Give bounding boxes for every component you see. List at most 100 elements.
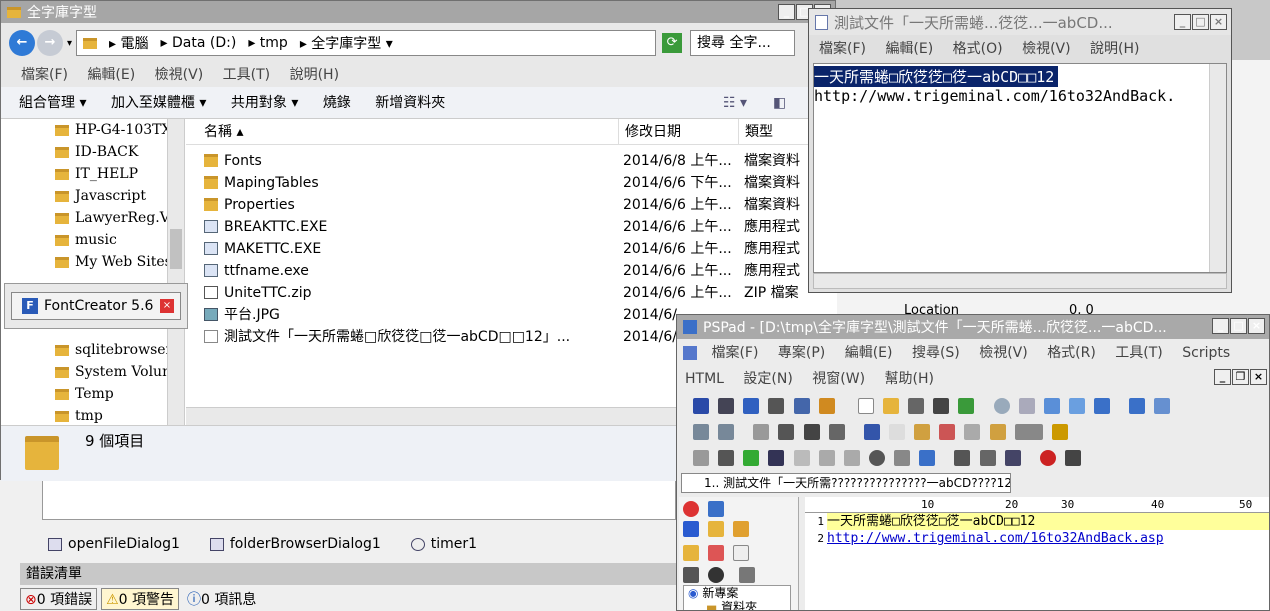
log-icon[interactable] (793, 398, 810, 414)
refresh-button[interactable]: ⟳ (662, 33, 683, 53)
menu-file[interactable]: 檔案(F) (819, 41, 866, 57)
file-row[interactable]: Properties 2014/6/6 上午... 檔案資料 (186, 194, 837, 216)
file-row[interactable]: ttfname.exe 2014/6/6 上午... 應用程式 (186, 260, 837, 282)
nav-item[interactable]: tmp (55, 405, 184, 425)
menu-scripts[interactable]: Scripts (1182, 345, 1230, 361)
back-button[interactable]: ← (9, 30, 35, 56)
tag-icon[interactable] (818, 450, 835, 466)
menu-tools[interactable]: 工具(T) (1115, 345, 1162, 361)
menu-format[interactable]: 格式(R) (1047, 345, 1096, 361)
search-input[interactable]: 搜尋 全字... (690, 30, 796, 56)
disk-icon[interactable] (708, 567, 725, 583)
square-icon[interactable] (954, 450, 971, 466)
cut-icon[interactable] (753, 424, 770, 440)
page-icon[interactable] (979, 450, 996, 466)
redo-icon[interactable] (718, 424, 735, 440)
file-row[interactable]: BREAKTTC.EXE 2014/6/6 上午... 應用程式 (186, 216, 837, 238)
close-button[interactable]: × (1250, 369, 1267, 385)
new-file-icon[interactable] (857, 398, 874, 414)
new-folder-button[interactable]: 新增資料夾 (375, 95, 445, 111)
openfiledialog-component[interactable]: openFileDialog1 (48, 536, 180, 552)
bin-icon[interactable] (683, 567, 699, 583)
notepad-titlebar[interactable]: 測試文件「一天所需蜷...徔徔...一abCD... _ □ × (809, 9, 1231, 35)
close-button[interactable]: × (1248, 318, 1265, 334)
file-row[interactable]: UniteTTC.zip 2014/6/6 上午... ZIP 檔案 (186, 282, 837, 304)
notepad-vscrollbar[interactable] (1209, 64, 1226, 272)
nav-scroll-thumb[interactable] (170, 229, 182, 269)
google-icon[interactable] (919, 450, 936, 466)
menu-edit[interactable]: 編輯(E) (87, 67, 135, 83)
menu-edit[interactable]: 編輯(E) (845, 345, 893, 361)
share-with-button[interactable]: 共用對象 ▾ (231, 95, 298, 111)
breadcrumb-item[interactable]: ▸ 全字庫字型 ▾ (300, 33, 393, 53)
fontcreator-window-button[interactable]: F FontCreator 5.6 × (4, 283, 188, 329)
notepad-hscrollbar[interactable] (813, 273, 1227, 289)
html-grid-icon[interactable] (768, 450, 785, 466)
monitor-icon[interactable] (1004, 450, 1021, 466)
remove-icon[interactable] (708, 545, 725, 561)
add-to-library-button[interactable]: 加入至媒體櫃 ▾ (111, 95, 206, 111)
menu-view[interactable]: 檢視(V) (155, 67, 204, 83)
editor-text-area[interactable]: 一天所需蜷□欣徔徔□徔一abCD□□12 http://www.trigemin… (827, 513, 1269, 610)
errors-filter-button[interactable]: ⊗0 項錯誤 (20, 588, 98, 610)
maximize-button[interactable]: □ (1192, 14, 1209, 30)
tag-strip-icon[interactable] (843, 450, 860, 466)
tools-icon[interactable] (739, 567, 756, 583)
restore-button[interactable]: ❐ (1232, 369, 1249, 385)
menu-edit[interactable]: 編輯(E) (885, 41, 933, 57)
file-row[interactable]: MapingTables 2014/6/6 下午... 檔案資料 (186, 172, 837, 194)
timer-component[interactable]: timer1 (410, 536, 477, 552)
save-file-icon[interactable] (908, 398, 925, 414)
circle-icon[interactable] (868, 450, 885, 466)
settings-icon[interactable] (818, 398, 835, 414)
favorites-icon[interactable] (683, 501, 699, 517)
project-child-node[interactable]: ▬ 資料夾 (688, 600, 790, 610)
pin-icon[interactable] (1051, 424, 1068, 440)
html-convert-icon[interactable] (793, 450, 810, 466)
warnings-filter-button[interactable]: ⚠0 項警告 (101, 588, 180, 610)
menu-search[interactable]: 搜尋(S) (912, 345, 960, 361)
close-project-icon[interactable] (768, 398, 785, 414)
save-project-icon[interactable] (743, 398, 760, 414)
project-node[interactable]: ◉ 新專案 (688, 586, 790, 600)
project-tab-icon[interactable] (708, 501, 725, 517)
spell-icon[interactable] (1014, 424, 1043, 440)
paste-icon[interactable] (803, 424, 820, 440)
file-row[interactable]: Fonts 2014/6/8 上午... 檔案資料 (186, 150, 837, 172)
minimize-button[interactable]: _ (1212, 318, 1229, 334)
menu-settings[interactable]: 設定(N) (743, 371, 792, 387)
editor-link[interactable]: http://www.trigeminal.com/16to32AndBack.… (827, 530, 1269, 547)
nav-item[interactable]: ID-BACK (55, 141, 184, 163)
messages-filter-button[interactable]: ⓘ0 項訊息 (183, 589, 260, 609)
nav-item[interactable]: sqlitebrowser_ (55, 339, 184, 361)
nav-item[interactable]: LawyerReg.VB (55, 207, 184, 229)
delete-icon[interactable] (828, 424, 845, 440)
nav-item[interactable]: HP-G4-103TX (55, 119, 184, 141)
menu-project[interactable]: 專案(P) (778, 345, 825, 361)
bookmark-icon[interactable] (1094, 398, 1111, 414)
forward-button[interactable]: → (37, 30, 63, 56)
notepad-text-area[interactable]: 一天所需蜷□欣徔徔□徔一abCD□□12 http://www.trigemin… (813, 63, 1227, 273)
glasses-icon[interactable] (1064, 450, 1081, 466)
menu-help[interactable]: 說明(H) (1090, 41, 1139, 57)
document-tab[interactable]: 1.. 測試文件「一天所需???????????????一abCD????12」… (681, 473, 1011, 493)
column-name[interactable]: 名稱 ▴ (204, 119, 243, 145)
clipboard-icon[interactable] (914, 424, 931, 440)
record-icon[interactable] (1039, 450, 1056, 466)
organize-button[interactable]: 組合管理 ▾ (19, 95, 86, 111)
nav-scrollbar[interactable] (167, 119, 184, 425)
close-button[interactable]: × (1210, 14, 1227, 30)
pilcrow-icon[interactable] (888, 424, 905, 440)
open-file-icon[interactable] (882, 398, 899, 414)
menu-file[interactable]: 檔案(F) (711, 345, 758, 361)
replace-icon[interactable] (1018, 398, 1035, 414)
color-icon[interactable] (939, 424, 956, 440)
minimize-button[interactable]: _ (1214, 369, 1231, 385)
close-icon[interactable]: × (160, 299, 174, 313)
color-grid-icon[interactable] (743, 450, 760, 466)
format-icon[interactable] (863, 424, 880, 440)
burn-button[interactable]: 燒錄 (323, 95, 351, 111)
print-icon[interactable] (1154, 398, 1171, 414)
new-project-icon[interactable] (693, 398, 709, 414)
copy-icon[interactable] (778, 424, 795, 440)
